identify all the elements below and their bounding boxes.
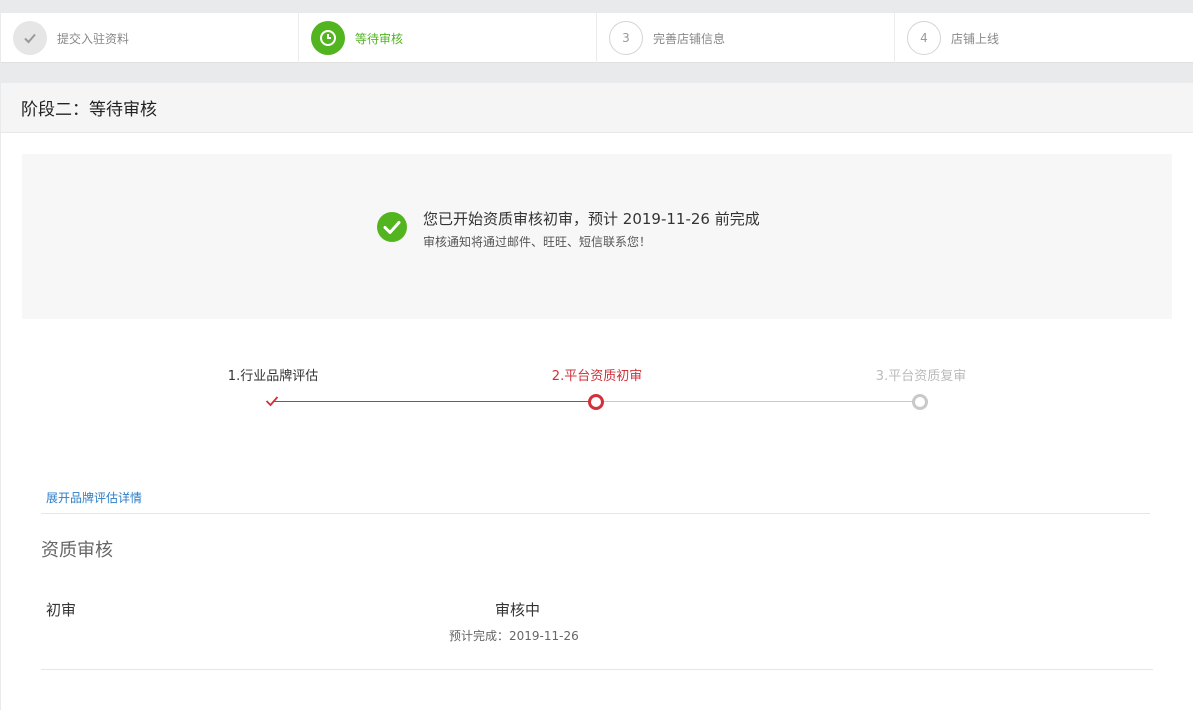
progress-pending-dot [912, 394, 928, 410]
step-number: 4 [907, 21, 941, 55]
success-check-icon [377, 212, 407, 242]
top-step-label: 提交入驻资料 [57, 31, 130, 46]
top-step-3: 3 完善店铺信息 [597, 13, 895, 63]
onboarding-steps-bar: 提交入驻资料 等待审核 3 完善店铺信息 4 店铺上线 [1, 13, 1193, 63]
page-title: 阶段二：等待审核 [21, 100, 157, 120]
progress-check-icon [265, 396, 279, 407]
top-step-label: 店铺上线 [951, 31, 1000, 46]
notice-message: 您已开始资质审核初审，预计 2019-11-26 前完成 [423, 210, 760, 228]
progress-line-done [273, 401, 597, 402]
top-step-1: 提交入驻资料 [1, 13, 299, 63]
notice-submessage: 审核通知将通过邮件、旺旺、短信联系您！ [423, 235, 652, 249]
review-stage-label: 初审 [46, 601, 77, 619]
section-title: 资质审核 [41, 540, 113, 561]
top-step-label: 完善店铺信息 [653, 31, 726, 46]
clock-icon [311, 21, 345, 55]
review-eta: 预计完成：2019-11-26 [449, 629, 579, 643]
top-step-label: 等待审核 [355, 31, 404, 46]
progress-step-2-label: 2.平台资质初审 [551, 369, 643, 384]
top-step-2: 等待审核 [299, 13, 597, 63]
progress-current-dot [588, 394, 604, 410]
review-notice: 您已开始资质审核初审，预计 2019-11-26 前完成 审核通知将通过邮件、旺… [22, 154, 1172, 319]
stage-panel: 阶段二：等待审核 您已开始资质审核初审，预计 2019-11-26 前完成 审核… [1, 83, 1193, 710]
check-icon [13, 21, 47, 55]
expand-brand-evaluation-link[interactable]: 展开品牌评估详情 [46, 489, 142, 506]
progress-line-todo [597, 401, 921, 402]
top-step-4: 4 店铺上线 [895, 13, 1193, 63]
divider [41, 669, 1153, 670]
progress-step-3-label: 3.平台资质复审 [875, 369, 967, 384]
progress-step-1-label: 1.行业品牌评估 [227, 369, 319, 384]
step-number: 3 [609, 21, 643, 55]
divider [41, 513, 1150, 514]
panel-header: 阶段二：等待审核 [1, 83, 1193, 133]
review-status: 审核中 [495, 601, 541, 619]
